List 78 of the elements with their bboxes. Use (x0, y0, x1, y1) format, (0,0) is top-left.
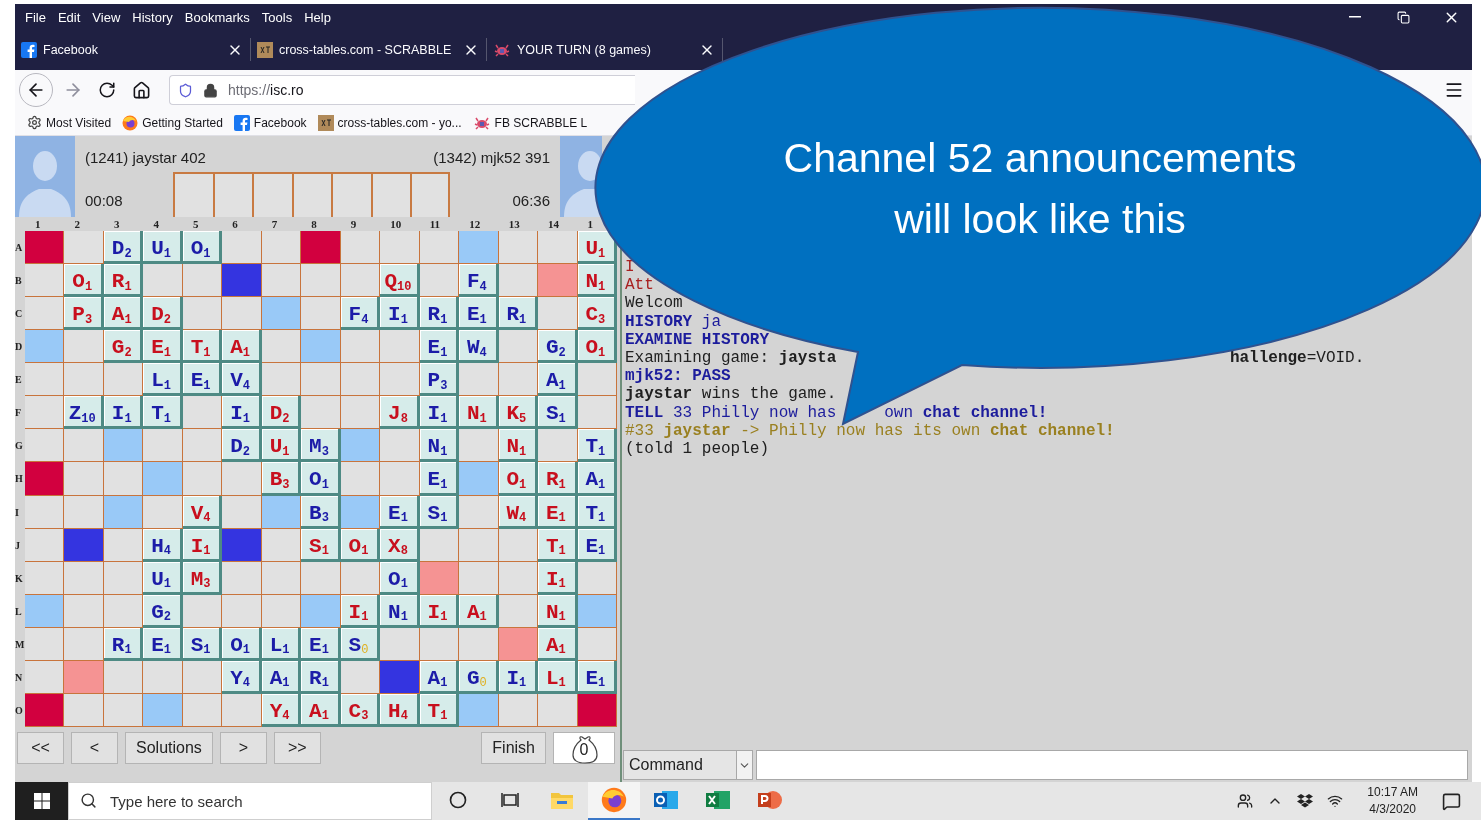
game-nav-button[interactable]: Solutions (125, 731, 213, 764)
chat-text: Att (625, 276, 654, 295)
row-label: E (15, 373, 23, 388)
chat-text: (told 1 people) (625, 439, 770, 458)
row-label: K (15, 571, 24, 586)
chat-text: own chat channel! (884, 403, 1048, 422)
tray-clock[interactable]: 10:17 AM 4/3/2020 (1367, 784, 1418, 818)
game-nav-button[interactable]: >> (273, 731, 321, 764)
chat-text: EXAMINE HISTORY (625, 330, 770, 349)
player-clock: 00:08 (85, 192, 124, 210)
game-nav-button[interactable]: < (71, 731, 118, 764)
column-label: 7 (270, 217, 279, 231)
tile-bag-button[interactable]: 0 (553, 731, 615, 764)
row-label: B (15, 274, 23, 289)
row-label: D (15, 340, 24, 355)
column-label: 10 (389, 217, 403, 231)
column-label: 14 (547, 217, 561, 231)
row-label: H (15, 472, 24, 487)
bookmark-link[interactable]: FB SCRABBLE L (494, 115, 588, 130)
browser-tab[interactable]: cross-tables.com - SCRABBLE (251, 38, 487, 61)
bookmark-link[interactable]: Getting Started (142, 115, 223, 130)
row-label: I (15, 505, 20, 520)
tab-title[interactable]: YOUR TURN (8 games) (517, 42, 692, 57)
chat-text: TELL 33 Philly now has (625, 403, 837, 422)
column-label: 2 (73, 217, 81, 231)
game-nav-button[interactable]: > (219, 731, 267, 764)
chat-text: hallenge=VOID. (1229, 348, 1365, 367)
chat-text: Examining game: jaysta (625, 348, 837, 367)
menu-item[interactable]: File (20, 7, 51, 27)
address-bar[interactable]: https://isc.ro (169, 75, 635, 105)
chat-text: Welcom (625, 294, 683, 313)
row-label: C (15, 307, 24, 322)
command-dropdown[interactable]: Command (623, 750, 753, 780)
browser-tab[interactable]: Facebook (15, 38, 251, 61)
column-label: 9 (349, 217, 358, 231)
tab-title[interactable]: cross-tables.com - SCRABBLE (279, 42, 456, 57)
column-label: 3 (112, 217, 121, 231)
player-name: (1241) jaystar 402 (85, 148, 206, 166)
row-label: A (15, 241, 24, 256)
player-name: (1342) mjk52 391 (433, 148, 550, 166)
player-clock: 06:36 (512, 192, 550, 210)
menu-item[interactable]: History (127, 7, 178, 27)
row-label: J (15, 538, 21, 553)
browser-tab[interactable]: YOUR TURN (8 games) (487, 38, 723, 61)
callout-text: will look like this (893, 195, 1187, 244)
row-label: O (15, 703, 24, 718)
game-nav-button[interactable]: << (17, 731, 64, 764)
row-label: F (15, 406, 23, 421)
chat-text: mjk52: PASS (625, 367, 731, 386)
menu-item[interactable]: View (87, 7, 126, 27)
chat-text: #33 jaystar -> Philly now has its own chat channel! (625, 421, 1115, 440)
bookmark-link[interactable]: cross-tables.com - yo... (337, 115, 462, 130)
column-label: 5 (191, 217, 200, 231)
callout-text: Channel 52 announcements (782, 134, 1298, 183)
column-label: 1 (586, 217, 595, 231)
column-label: 8 (310, 217, 318, 231)
column-label: 1 (34, 217, 42, 231)
taskbar-search-field[interactable]: Type here to search (68, 782, 432, 820)
column-label: 4 (152, 217, 160, 231)
column-label: 12 (468, 217, 482, 231)
menu-item[interactable]: Bookmarks (179, 7, 255, 27)
row-label: L (15, 604, 23, 619)
menu-item[interactable]: Edit (52, 7, 86, 27)
chat-text: jaystar wins the game. (625, 385, 837, 404)
menu-item[interactable]: Help (299, 7, 336, 27)
menu-item[interactable]: Tools (256, 7, 298, 27)
row-label: M (15, 637, 25, 652)
bookmark-link[interactable]: Facebook (253, 115, 307, 130)
row-label: N (15, 670, 24, 685)
column-label: 11 (428, 217, 442, 231)
column-label: 6 (231, 217, 239, 231)
bookmark-link[interactable]: Most Visited (46, 115, 112, 130)
chat-text: HISTORY ja (625, 312, 722, 331)
finish-button[interactable]: Finish (481, 731, 546, 764)
chat-text: I (625, 258, 635, 276)
tab-title[interactable]: Facebook (43, 42, 220, 57)
row-label: G (15, 439, 24, 454)
column-label: 13 (507, 217, 521, 231)
